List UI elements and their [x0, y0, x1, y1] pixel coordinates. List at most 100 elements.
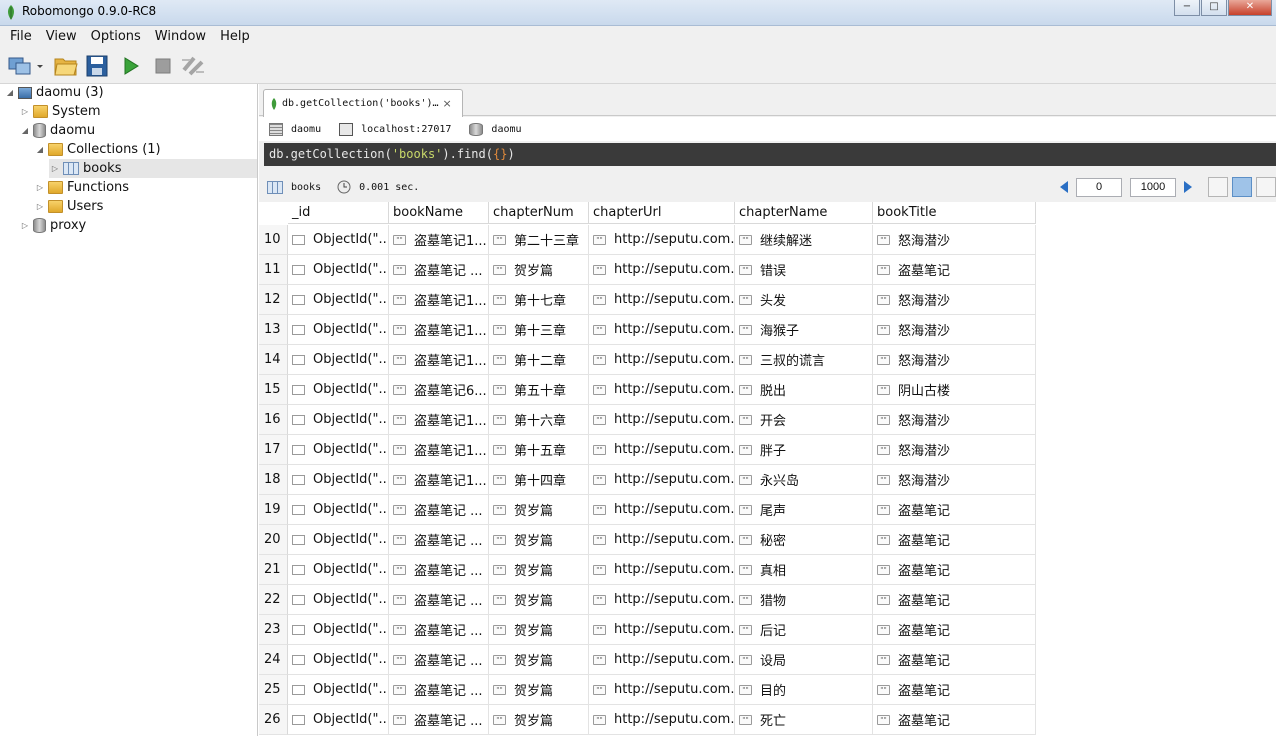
- table-cell[interactable]: ObjectId("...: [288, 615, 389, 645]
- table-cell[interactable]: "" 第十四章: [489, 465, 589, 495]
- limit-input[interactable]: 1000: [1130, 177, 1176, 197]
- table-cell[interactable]: "" 盗墓笔记: [873, 705, 1036, 735]
- table-cell[interactable]: "" 盗墓笔记: [873, 255, 1036, 285]
- table-cell[interactable]: "" 贺岁篇: [489, 585, 589, 615]
- query-editor[interactable]: db.getCollection('books').find({}): [264, 143, 1276, 166]
- table-cell[interactable]: "" 盗墓笔记 ...: [389, 615, 489, 645]
- table-cell[interactable]: "" 怒海潜沙: [873, 285, 1036, 315]
- table-cell[interactable]: "" 死亡: [735, 705, 873, 735]
- table-cell[interactable]: ObjectId("...: [288, 285, 389, 315]
- table-cell[interactable]: ObjectId("...: [288, 435, 389, 465]
- table-cell[interactable]: ObjectId("...: [288, 375, 389, 405]
- table-cell[interactable]: "" 第十三章: [489, 315, 589, 345]
- table-cell[interactable]: "" 贺岁篇: [489, 555, 589, 585]
- table-cell[interactable]: "" 贺岁篇: [489, 645, 589, 675]
- column-header[interactable]: _id: [288, 202, 389, 224]
- table-cell[interactable]: ObjectId("...: [288, 675, 389, 705]
- text-view-button[interactable]: [1256, 177, 1276, 197]
- tab-query[interactable]: db.getCollection('books')… ×: [263, 89, 463, 117]
- table-cell[interactable]: "" http://seputu.com...: [589, 495, 735, 525]
- expand-arrow-icon[interactable]: ▷: [34, 182, 46, 194]
- table-cell[interactable]: ObjectId("...: [288, 525, 389, 555]
- table-cell[interactable]: "" 盗墓笔记6...: [389, 375, 489, 405]
- minimize-button[interactable]: −: [1174, 0, 1200, 16]
- table-cell[interactable]: "" 永兴岛: [735, 465, 873, 495]
- table-cell[interactable]: "" 盗墓笔记1...: [389, 225, 489, 255]
- table-cell[interactable]: "" 目的: [735, 675, 873, 705]
- table-cell[interactable]: "" 盗墓笔记 ...: [389, 495, 489, 525]
- execute-button[interactable]: [118, 53, 144, 79]
- tree-node-functions[interactable]: ▷ Functions: [34, 178, 129, 197]
- table-cell[interactable]: "" http://seputu.com...: [589, 225, 735, 255]
- table-cell[interactable]: "" 盗墓笔记: [873, 555, 1036, 585]
- open-button[interactable]: [53, 53, 79, 79]
- table-cell[interactable]: "" 盗墓笔记1...: [389, 465, 489, 495]
- menu-file[interactable]: File: [3, 26, 39, 48]
- table-cell[interactable]: "" http://seputu.com...: [589, 525, 735, 555]
- table-cell[interactable]: "" 盗墓笔记: [873, 615, 1036, 645]
- table-cell[interactable]: "" 盗墓笔记: [873, 585, 1036, 615]
- table-cell[interactable]: "" 第十五章: [489, 435, 589, 465]
- table-cell[interactable]: "" 贺岁篇: [489, 705, 589, 735]
- table-cell[interactable]: "" http://seputu.com...: [589, 675, 735, 705]
- save-button[interactable]: [84, 53, 110, 79]
- table-cell[interactable]: "" 怒海潜沙: [873, 315, 1036, 345]
- table-cell[interactable]: "" 第十六章: [489, 405, 589, 435]
- table-cell[interactable]: "" 贺岁篇: [489, 615, 589, 645]
- table-cell[interactable]: "" 头发: [735, 285, 873, 315]
- table-cell[interactable]: "" 三叔的谎言: [735, 345, 873, 375]
- table-cell[interactable]: "" 尾声: [735, 495, 873, 525]
- table-cell[interactable]: "" 怒海潜沙: [873, 465, 1036, 495]
- table-cell[interactable]: "" http://seputu.com...: [589, 315, 735, 345]
- table-cell[interactable]: "" 脱出: [735, 375, 873, 405]
- table-cell[interactable]: "" 贺岁篇: [489, 495, 589, 525]
- table-cell[interactable]: ObjectId("...: [288, 345, 389, 375]
- table-cell[interactable]: "" 盗墓笔记 ...: [389, 645, 489, 675]
- table-cell[interactable]: "" 设局: [735, 645, 873, 675]
- tree-node-collections[interactable]: ◢ Collections (1): [34, 140, 161, 159]
- table-cell[interactable]: ObjectId("...: [288, 645, 389, 675]
- connect-button[interactable]: [6, 53, 44, 79]
- table-cell[interactable]: "" http://seputu.com...: [589, 615, 735, 645]
- table-cell[interactable]: "" 贺岁篇: [489, 675, 589, 705]
- collapse-arrow-icon[interactable]: ◢: [19, 125, 31, 137]
- next-page-icon[interactable]: [1184, 181, 1192, 193]
- table-cell[interactable]: "" 盗墓笔记1...: [389, 285, 489, 315]
- tree-node-system[interactable]: ▷ System: [19, 102, 101, 121]
- table-cell[interactable]: ObjectId("...: [288, 255, 389, 285]
- column-header[interactable]: bookName: [389, 202, 489, 224]
- table-cell[interactable]: "" 盗墓笔记 ...: [389, 585, 489, 615]
- column-header[interactable]: chapterNum: [489, 202, 589, 224]
- table-cell[interactable]: "" 盗墓笔记: [873, 645, 1036, 675]
- column-header[interactable]: chapterUrl: [589, 202, 735, 224]
- table-cell[interactable]: "" http://seputu.com...: [589, 465, 735, 495]
- table-cell[interactable]: "" 错误: [735, 255, 873, 285]
- prev-page-icon[interactable]: [1060, 181, 1068, 193]
- table-cell[interactable]: "" http://seputu.com...: [589, 435, 735, 465]
- table-cell[interactable]: ObjectId("...: [288, 585, 389, 615]
- table-cell[interactable]: "" 盗墓笔记 ...: [389, 555, 489, 585]
- orientation-button[interactable]: [180, 53, 206, 79]
- table-cell[interactable]: "" 猎物: [735, 585, 873, 615]
- table-cell[interactable]: "" 开会: [735, 405, 873, 435]
- table-cell[interactable]: "" http://seputu.com...: [589, 645, 735, 675]
- expand-arrow-icon[interactable]: ▷: [19, 220, 31, 232]
- table-cell[interactable]: "" 贺岁篇: [489, 525, 589, 555]
- column-header[interactable]: chapterName: [735, 202, 873, 224]
- tree-node-proxy-db[interactable]: ▷ proxy: [19, 216, 86, 235]
- collapse-arrow-icon[interactable]: ◢: [34, 144, 46, 156]
- table-cell[interactable]: "" http://seputu.com...: [589, 555, 735, 585]
- collapse-arrow-icon[interactable]: ◢: [4, 87, 16, 99]
- table-cell[interactable]: "" 盗墓笔记: [873, 675, 1036, 705]
- table-cell[interactable]: "" http://seputu.com...: [589, 345, 735, 375]
- table-cell[interactable]: "" http://seputu.com...: [589, 255, 735, 285]
- table-view-button[interactable]: [1232, 177, 1252, 197]
- tree-node-daomu-db[interactable]: ◢ daomu: [19, 121, 95, 140]
- table-cell[interactable]: "" 怒海潜沙: [873, 345, 1036, 375]
- table-cell[interactable]: "" 盗墓笔记1...: [389, 405, 489, 435]
- skip-input[interactable]: 0: [1076, 177, 1122, 197]
- table-cell[interactable]: "" 秘密: [735, 525, 873, 555]
- table-cell[interactable]: "" 盗墓笔记: [873, 495, 1036, 525]
- menu-help[interactable]: Help: [213, 26, 257, 48]
- table-cell[interactable]: "" http://seputu.com...: [589, 375, 735, 405]
